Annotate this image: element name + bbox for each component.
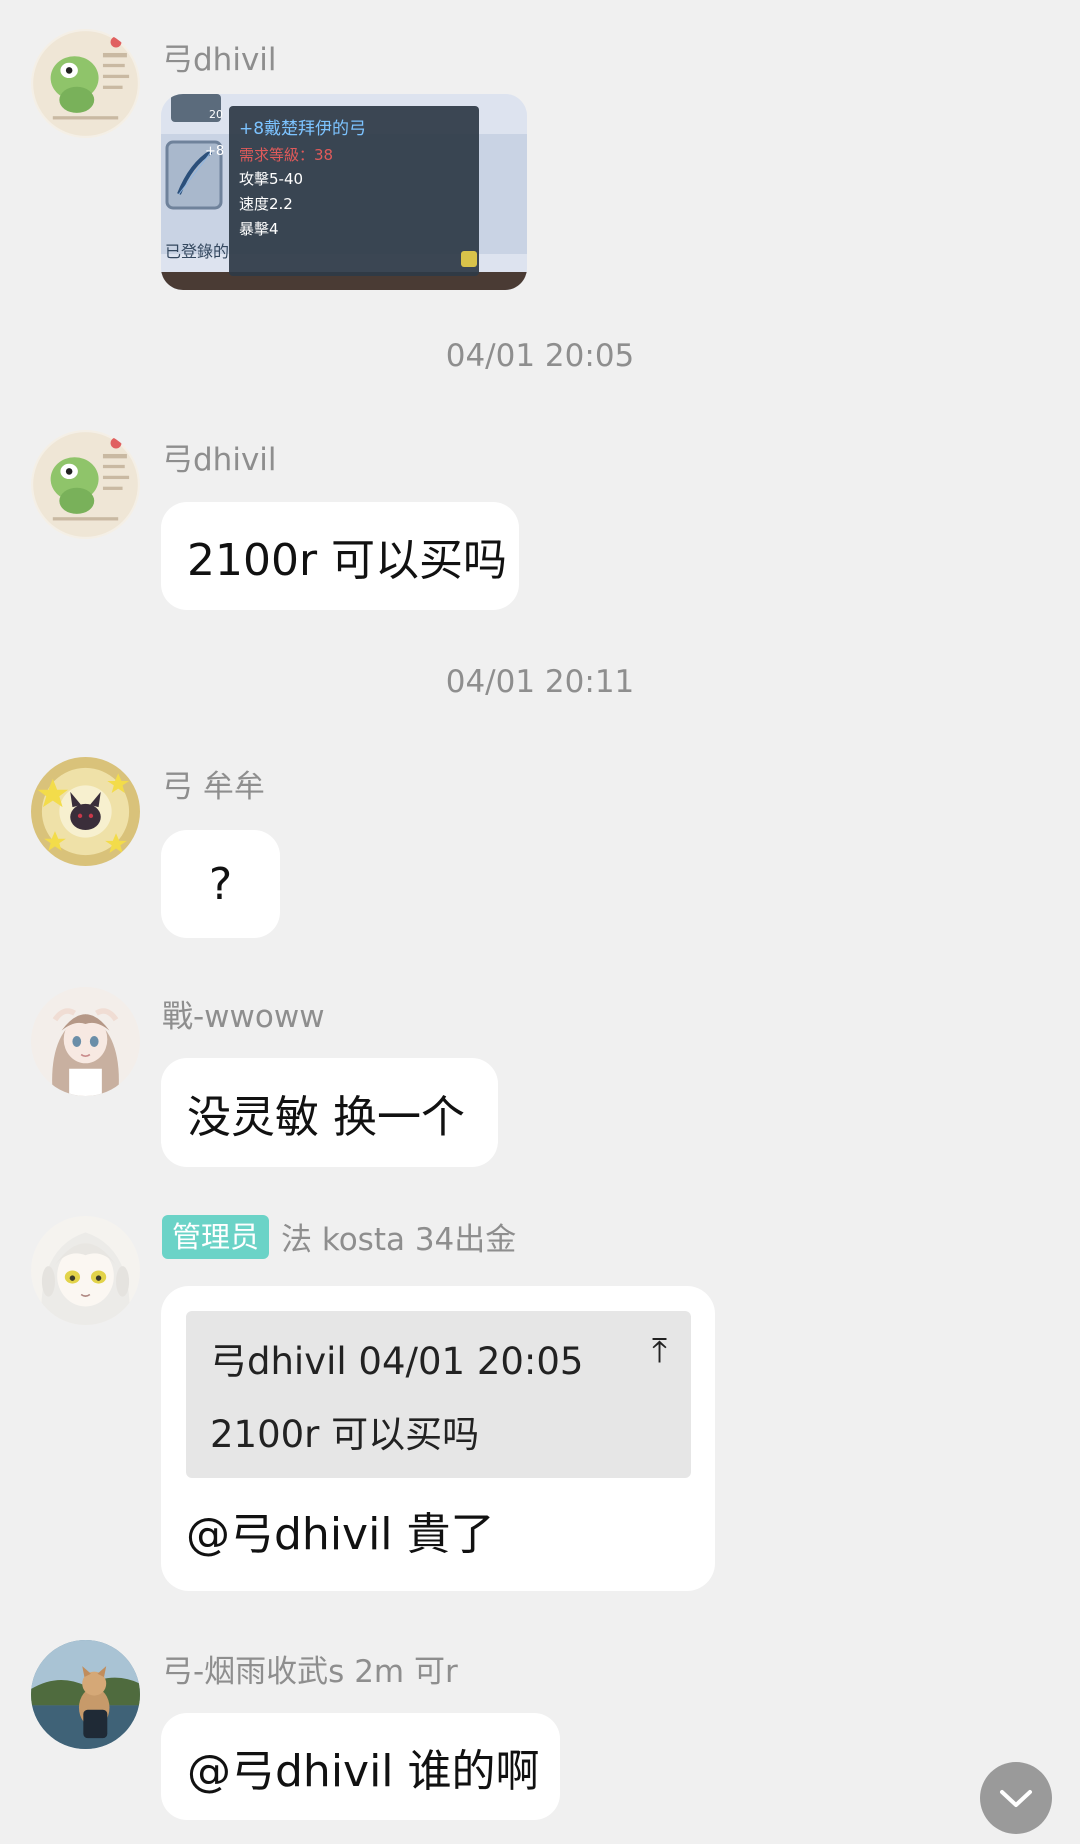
sender-name: 法 kosta 34出金 — [281, 1222, 517, 1258]
message-text: ? — [208, 858, 233, 910]
requirement-label: 需求等級： — [239, 146, 315, 164]
avatar-wwoww[interactable] — [31, 987, 140, 1096]
avatar-yanyu[interactable] — [31, 1640, 140, 1749]
sender-name: 弓 牟牟 — [162, 769, 265, 805]
message-bubble[interactable]: @弓dhivil 谁的啊 — [161, 1713, 560, 1820]
requirement-value: 38 — [314, 146, 334, 164]
item-registered: 已登錄的 — [165, 242, 230, 261]
avatar-kosta[interactable] — [31, 1216, 140, 1325]
scroll-down-button[interactable] — [980, 1762, 1052, 1834]
message-text: @弓dhivil 貴了 — [186, 1509, 495, 1560]
message-text: 2100r 可以买吗 — [187, 535, 508, 586]
timestamp: 04/01 20:05 — [445, 338, 635, 374]
message-text: @弓dhivil 谁的啊 — [187, 1745, 540, 1797]
message-bubble[interactable]: ? — [161, 830, 280, 938]
item-requirement: 需求等級：38 — [239, 144, 333, 165]
message-bubble[interactable]: 没灵敏 换一个 — [161, 1058, 498, 1167]
sender-name: 弓-烟雨收武s 2m 可r — [162, 1654, 458, 1690]
avatar-moumou[interactable] — [31, 757, 140, 866]
chevron-down-icon — [1000, 1790, 1032, 1807]
item-speed: 速度2.2 — [239, 195, 293, 213]
message-bubble[interactable]: 弓dhivil 04/01 20:05 ⤒ 2100r 可以买吗 @弓dhivi… — [161, 1286, 715, 1591]
sender-name: 弓dhivil — [162, 42, 277, 78]
avatar-dhivil[interactable] — [31, 29, 140, 138]
avatar-dhivil[interactable] — [31, 430, 140, 539]
item-crit: 暴擊4 — [239, 220, 279, 238]
chat-view: 弓dhivil +8戴楚拜伊的弓 需求等級：38 攻擊5-40 速度2.2 暴擊… — [0, 0, 1080, 1844]
admin-badge: 管理员 — [162, 1214, 270, 1259]
message-bubble[interactable]: 2100r 可以买吗 — [161, 502, 519, 610]
sender-name: 弓dhivil — [162, 442, 277, 478]
jump-to-quote-icon[interactable]: ⤒ — [652, 1331, 667, 1371]
upgrade-badge: +8 — [205, 144, 225, 159]
timestamp: 04/01 20:11 — [445, 664, 635, 700]
quoted-text: 2100r 可以买吗 — [210, 1413, 480, 1456]
message-text: 没灵敏 换一个 — [187, 1091, 465, 1143]
quoted-message[interactable]: 弓dhivil 04/01 20:05 ⤒ 2100r 可以买吗 — [186, 1311, 691, 1478]
side-count: 20 — [209, 108, 223, 121]
item-name: +8戴楚拜伊的弓 — [239, 119, 367, 139]
image-message[interactable]: +8戴楚拜伊的弓 需求等級：38 攻擊5-40 速度2.2 暴擊4 已登錄的 +… — [161, 94, 527, 290]
item-attack: 攻擊5-40 — [239, 170, 304, 188]
sender-name: 戰-wwoww — [162, 999, 325, 1035]
quoted-header: 弓dhivil 04/01 20:05 — [210, 1340, 584, 1383]
sender-line: 管理员 法 kosta 34出金 — [162, 1214, 516, 1259]
